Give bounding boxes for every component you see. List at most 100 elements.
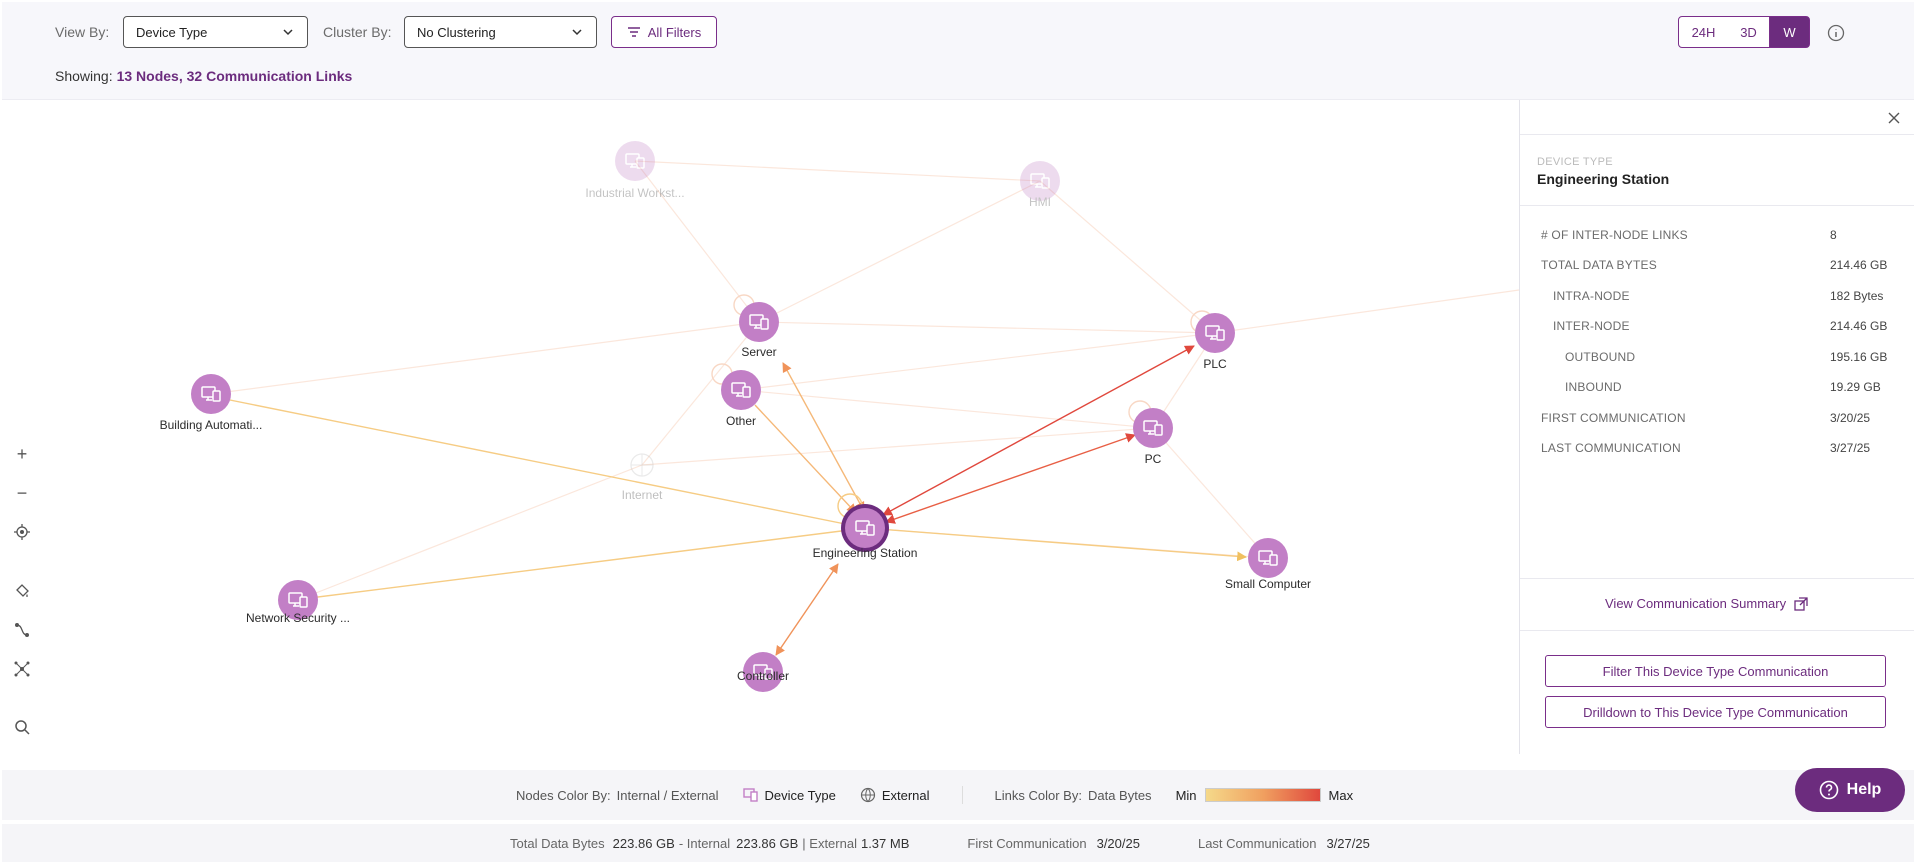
recenter-button[interactable] <box>7 517 37 547</box>
legend-bar: Nodes Color By: Internal / External Devi… <box>2 770 1914 820</box>
range-24h-label: 24H <box>1691 24 1716 40</box>
search-button[interactable] <box>7 712 37 742</box>
internal-label: - Internal <box>678 835 731 851</box>
stat-label: INBOUND <box>1565 380 1622 394</box>
footer-stats: Total Data Bytes 223.86 GB - Internal 22… <box>2 824 1914 862</box>
network-icon <box>14 661 30 677</box>
chevron-down-icon <box>572 29 582 36</box>
device-type-value: Engineering Station <box>1537 171 1670 187</box>
stat-label: # OF INTER-NODE LINKS <box>1541 228 1688 242</box>
zoom-out-button[interactable]: − <box>7 478 37 508</box>
view-communication-summary-link[interactable]: View Communication Summary <box>1605 596 1808 611</box>
node-network-security[interactable]: Network Security ... <box>246 580 350 625</box>
stat-label: INTRA-NODE <box>1553 289 1630 303</box>
cluster-by-label: Cluster By: <box>323 24 392 40</box>
stat-label: OUTBOUND <box>1565 350 1636 364</box>
stat-label: TOTAL DATA BYTES <box>1541 258 1657 272</box>
device-type-icon <box>742 788 758 802</box>
divider <box>1520 630 1914 631</box>
route-button[interactable] <box>7 615 37 645</box>
stat-label: LAST COMMUNICATION <box>1541 441 1681 455</box>
stat-value: 214.46 GB <box>1830 319 1888 333</box>
help-button[interactable]: Help <box>1795 768 1905 812</box>
paint-bucket-button[interactable] <box>7 576 37 606</box>
zoom-out-icon: − <box>16 482 28 503</box>
node-server[interactable]: Server <box>739 302 779 359</box>
all-filters-label: All Filters <box>647 24 702 40</box>
showing-value: 13 Nodes, 32 Communication Links <box>116 68 353 84</box>
node-label: Controller <box>737 669 789 683</box>
top-toolbar: View By: Device Type Cluster By: No Clus… <box>2 2 1914 100</box>
drilldown-device-type-button[interactable]: Drilldown to This Device Type Communicat… <box>1545 696 1886 728</box>
range-w-button[interactable]: W <box>1769 16 1810 48</box>
stat-value: 195.16 GB <box>1830 350 1888 364</box>
filter-icon <box>627 27 640 37</box>
graph-canvas[interactable]: Industrial Workst... HMI Server PLC Buil… <box>2 100 1520 754</box>
range-w-label: W <box>1783 24 1796 40</box>
links-color-by-label: Links Color By: <box>994 787 1082 803</box>
node-internet[interactable]: Internet <box>622 453 663 502</box>
link-color-gradient <box>1204 788 1321 802</box>
stat-value: 3/20/25 <box>1830 411 1871 425</box>
node-hmi[interactable]: HMI <box>1020 161 1060 209</box>
stat-value: 3/27/25 <box>1830 441 1871 455</box>
first-communication-label: First Communication <box>967 835 1087 851</box>
external-value: 1.37 MB <box>860 835 910 851</box>
range-3d-button[interactable]: 3D <box>1728 16 1770 48</box>
node-label: Server <box>741 345 776 359</box>
cluster-by-select[interactable]: No Clustering <box>404 16 597 48</box>
node-small-computer[interactable]: Small Computer <box>1225 538 1311 591</box>
zoom-in-button[interactable]: + <box>7 439 37 469</box>
links-color-by-value: Data Bytes <box>1087 787 1152 803</box>
gradient-max-label: Max <box>1328 787 1354 803</box>
external-legend: External <box>881 787 930 803</box>
network-layout-button[interactable] <box>7 654 37 684</box>
all-filters-button[interactable]: All Filters <box>611 16 717 48</box>
showing-summary: Showing: 13 Nodes, 32 Communication Links <box>55 68 352 84</box>
node-label: Network Security ... <box>246 611 350 625</box>
node-pc[interactable]: PC <box>1133 408 1173 466</box>
node-industrial-workstation[interactable]: Industrial Workst... <box>585 141 685 200</box>
close-icon[interactable] <box>1886 110 1902 126</box>
node-label: Industrial Workst... <box>585 186 684 200</box>
summary-link-label: View Communication Summary <box>1605 596 1787 611</box>
network-graph[interactable]: Industrial Workst... HMI Server PLC Buil… <box>2 100 1520 754</box>
node-label: HMI <box>1029 195 1051 209</box>
last-communication-value: 3/27/25 <box>1326 835 1370 851</box>
node-other[interactable]: Other <box>721 370 761 428</box>
view-by-select[interactable]: Device Type <box>123 16 308 48</box>
device-type-label: DEVICE TYPE <box>1537 156 1613 168</box>
cluster-by-value: No Clustering <box>417 24 496 40</box>
info-icon[interactable] <box>1827 24 1845 42</box>
internal-value: 223.86 GB <box>736 835 799 851</box>
nodes-color-by-value: Internal / External <box>616 787 719 803</box>
divider <box>1520 134 1914 135</box>
help-label: Help <box>1846 781 1882 798</box>
range-3d-label: 3D <box>1740 24 1757 40</box>
node-controller[interactable]: Controller <box>737 652 789 692</box>
view-by-label: View By: <box>55 24 110 40</box>
first-communication-value: 3/20/25 <box>1096 835 1140 851</box>
drilldown-button-label: Drilldown to This Device Type Communicat… <box>1583 704 1848 720</box>
route-icon <box>15 623 29 637</box>
range-24h-button[interactable]: 24H <box>1678 16 1729 48</box>
node-plc[interactable]: PLC <box>1195 313 1235 371</box>
filter-device-type-button[interactable]: Filter This Device Type Communication <box>1545 655 1886 687</box>
gradient-min-label: Min <box>1175 787 1197 803</box>
divider <box>961 786 963 804</box>
active-links <box>214 294 1247 656</box>
node-label: Engineering Station <box>813 546 918 560</box>
node-label: Internet <box>622 488 663 502</box>
last-communication-label: Last Communication <box>1197 835 1317 851</box>
external-label: | External <box>802 835 857 851</box>
nodes-color-by-label: Nodes Color By: <box>516 787 611 803</box>
showing-label: Showing: <box>55 68 113 84</box>
globe-icon <box>860 787 875 803</box>
stat-label: FIRST COMMUNICATION <box>1541 411 1686 425</box>
divider <box>1520 205 1914 206</box>
stat-value: 19.29 GB <box>1830 380 1881 394</box>
divider <box>1520 578 1914 579</box>
stat-label: INTER-NODE <box>1553 319 1630 333</box>
node-label: PC <box>1145 452 1162 466</box>
search-icon <box>15 720 30 735</box>
